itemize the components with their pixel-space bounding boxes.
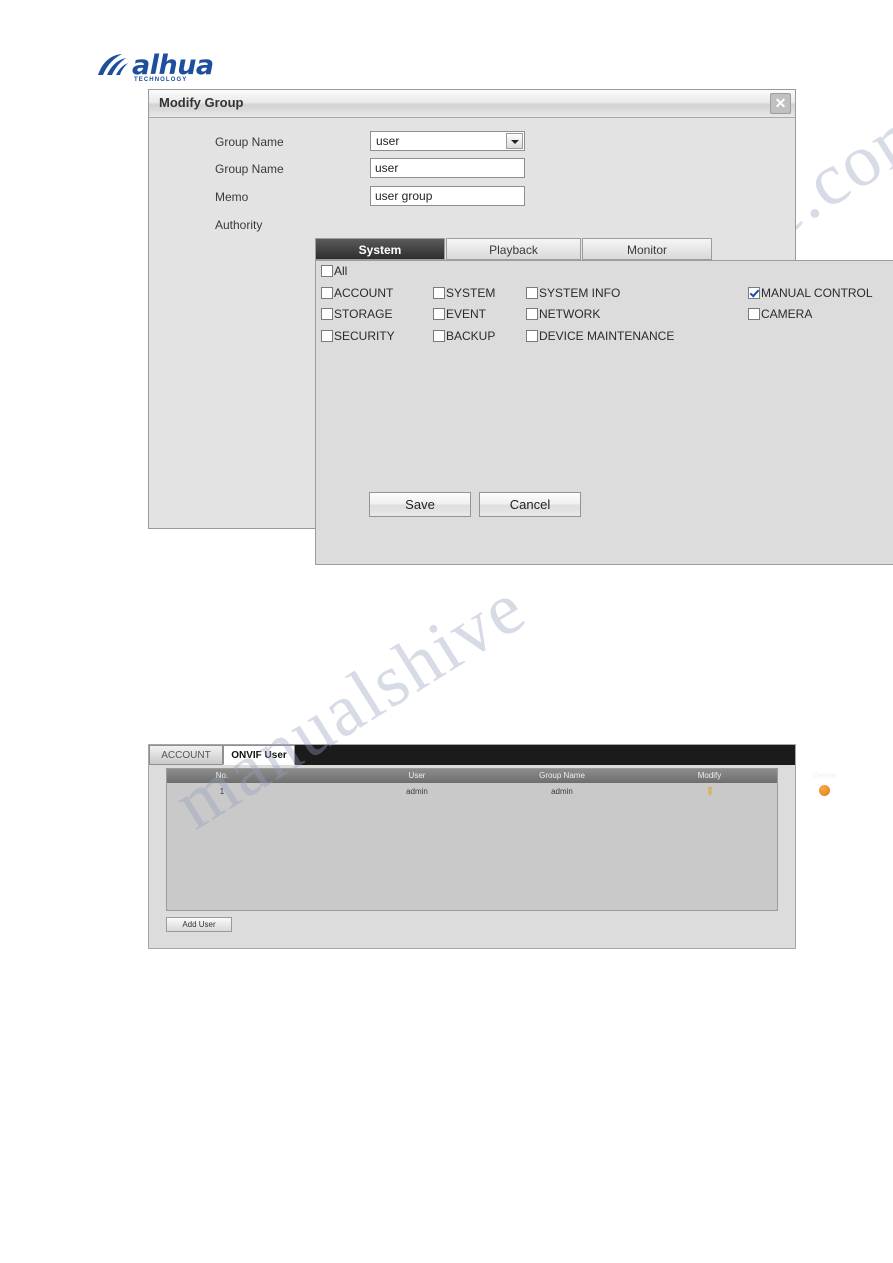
checkbox-manual-control[interactable]: MANUAL CONTROL [748,287,873,300]
checkbox-backup[interactable]: BACKUP [433,330,495,343]
group-name-select-value: user [376,134,400,148]
tab-monitor[interactable]: Monitor [582,238,712,260]
checkbox-label: STORAGE [334,307,393,321]
dahua-logo-icon [98,54,128,75]
checkbox-security[interactable]: SECURITY [321,330,395,343]
checkbox-box [526,330,538,342]
group-name-select-label: Group Name [215,135,284,149]
cell-no: 1 [219,787,225,796]
checkbox-storage[interactable]: STORAGE [321,308,392,321]
onvif-user-panel: ACCOUNT ONVIF User No. User Group Name M… [148,744,836,949]
checkbox-label: All [334,264,348,278]
checkbox-event[interactable]: EVENT [433,308,486,321]
checkbox-camera[interactable]: CAMERA [748,308,812,321]
dahua-logo: alhua TECHNOLOGY [96,50,236,86]
memo-row: Memo [215,186,615,210]
checkbox-box [748,287,760,299]
chevron-down-icon[interactable] [506,133,523,149]
checkbox-network[interactable]: NETWORK [526,308,600,321]
tab-system[interactable]: System [315,238,445,260]
checkbox-box [433,330,445,342]
checkbox-system-info[interactable]: SYSTEM INFO [526,287,620,300]
delete-icon[interactable] [819,785,830,796]
authority-label: Authority [215,218,263,232]
checkbox-box [321,330,333,342]
checkbox-label: DEVICE MAINTENANCE [539,329,675,343]
cell-user: admin [406,787,428,796]
dialog-titlebar: Modify Group ✕ [149,90,795,118]
pencil-icon[interactable]: ✎ [702,784,718,799]
cancel-button[interactable]: Cancel [479,492,581,517]
close-icon[interactable]: ✕ [770,93,791,114]
dialog-title: Modify Group [159,95,244,110]
authority-tabs: System Playback Monitor [315,238,715,260]
group-name-select-row: Group Name user [215,131,615,155]
checkbox-box [526,287,538,299]
tab-playback[interactable]: Playback [446,238,581,260]
checkbox-label: NETWORK [539,307,601,321]
group-name-input-row: Group Name [215,158,615,182]
checkbox-system[interactable]: SYSTEM [433,287,495,300]
group-name-input-label: Group Name [215,162,284,176]
column-header-modify: Modify [697,771,722,780]
checkbox-label: MANUAL CONTROL [761,286,873,300]
onvif-user-table: No. User Group Name Modify Delete 1 admi… [166,768,836,911]
add-user-button[interactable]: Add User [166,917,232,932]
dahua-logo-tagline: TECHNOLOGY [134,77,188,83]
checkbox-box [321,308,333,320]
checkbox-account[interactable]: ACCOUNT [321,287,393,300]
checkbox-device-maintenance[interactable]: DEVICE MAINTENANCE [526,330,674,343]
group-name-input[interactable] [370,158,525,178]
checkbox-box [321,265,333,277]
modify-group-dialog: Modify Group ✕ Group Name user Group Nam… [148,89,893,565]
checkbox-label: BACKUP [446,329,496,343]
checkbox-box [433,287,445,299]
onvif-table-header: No. User Group Name Modify Delete [167,769,836,783]
checkbox-label: SECURITY [334,329,395,343]
checkbox-label: ACCOUNT [334,286,394,300]
tab-account[interactable]: ACCOUNT [149,745,223,765]
checkbox-all[interactable]: All [321,265,347,278]
tab-onvif-user[interactable]: ONVIF User [223,745,295,765]
checkbox-box [526,308,538,320]
column-header-user: User [408,771,426,780]
onvif-tabbar: ACCOUNT ONVIF User [149,745,795,765]
checkbox-label: CAMERA [761,307,813,321]
checkbox-label: EVENT [446,307,487,321]
column-header-delete: Delete [812,771,837,780]
permissions-panel: All ACCOUNT SYSTEM SYSTEM INFO MANUAL CO… [315,260,893,565]
memo-label: Memo [215,190,249,204]
checkbox-box [433,308,445,320]
cell-group-name: admin [551,787,573,796]
checkbox-box [748,308,760,320]
checkbox-label: SYSTEM INFO [539,286,621,300]
authority-row: Authority [215,214,615,238]
save-button[interactable]: Save [369,492,471,517]
column-header-no: No. [215,771,229,780]
checkbox-box [321,287,333,299]
memo-input[interactable] [370,186,525,206]
column-header-group-name: Group Name [539,771,585,780]
checkbox-label: SYSTEM [446,286,496,300]
group-name-select[interactable]: user [370,131,525,151]
